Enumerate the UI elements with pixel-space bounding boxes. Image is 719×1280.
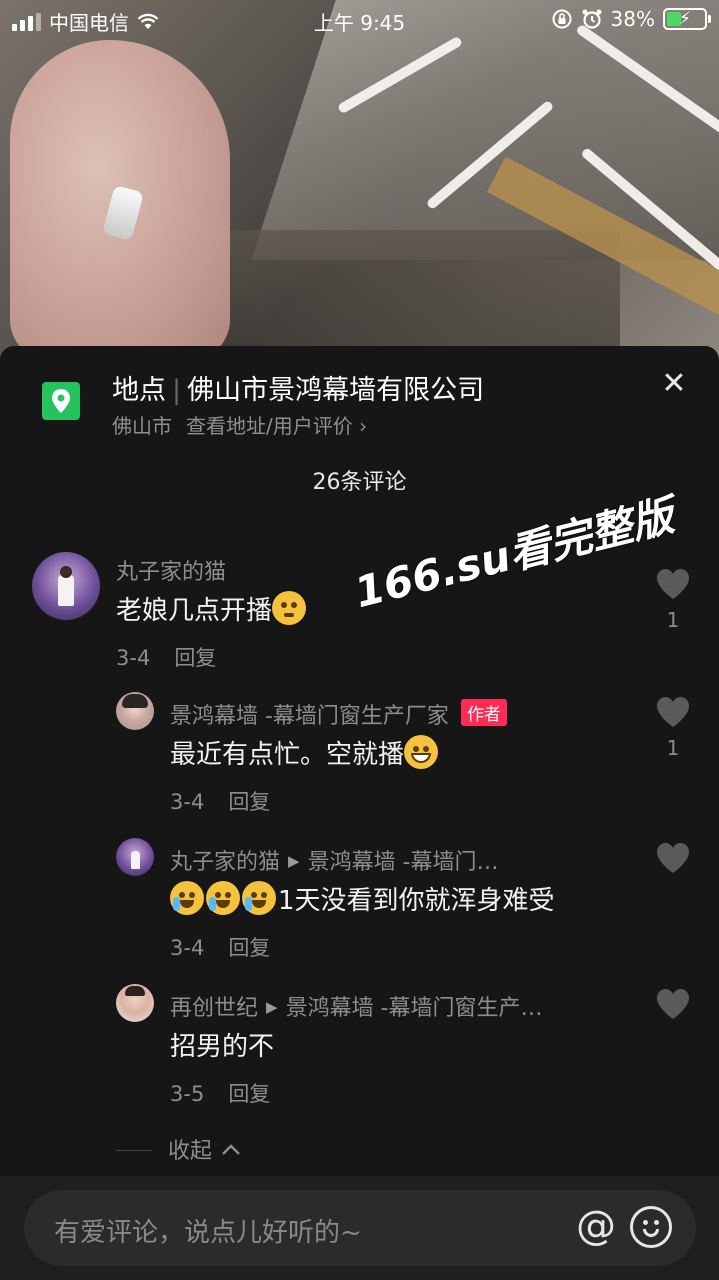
reply-arrow-icon: ▶ (266, 998, 278, 1016)
comment-text-content: 最近有点忙。空就播 (170, 740, 405, 770)
reply-button[interactable]: 回复 (174, 646, 216, 670)
comment-username[interactable]: 再创世纪 ▶ 景鸿幕墙 -幕墙门窗生产… (170, 990, 543, 1022)
heart-icon[interactable] (655, 988, 691, 1020)
reply-to-username[interactable]: 景鸿幕墙 -幕墙门窗生产… (286, 996, 543, 1021)
alarm-icon (582, 9, 602, 29)
comment-username-text: 景鸿幕墙 -幕墙门窗生产厂家 (170, 704, 449, 729)
location-name: 佛山市景鸿幕墙有限公司 (187, 375, 485, 406)
battery-percent: 38% (610, 7, 655, 31)
comment-username[interactable]: 景鸿幕墙 -幕墙门窗生产厂家 作者 (170, 698, 507, 730)
crying-emoji-icon (170, 881, 204, 915)
comment-count: 26条评论 (312, 470, 407, 495)
charging-icon: ⚡ (679, 9, 691, 29)
comment-meta: 3-4 回复 (116, 642, 216, 672)
avatar[interactable] (116, 984, 154, 1022)
location-header[interactable]: 地点 | 佛山市景鸿幕墙有限公司 佛山市 查看地址/用户评价 › ✕ (0, 346, 719, 446)
comment-username[interactable]: 丸子家的猫 ▶ 景鸿幕墙 -幕墙门… (170, 844, 499, 876)
avatar[interactable] (116, 838, 154, 876)
comment-date: 3-4 (170, 790, 205, 814)
location-pin-icon (42, 382, 80, 420)
emoji-picker-icon[interactable] (630, 1206, 672, 1248)
reply-arrow-icon: ▶ (288, 852, 300, 870)
location-title: 地点 | 佛山市景鸿幕墙有限公司 (112, 368, 484, 407)
comment-text: 最近有点忙。空就播 (170, 734, 440, 771)
comment-text-content: 1天没看到你就浑身难受 (278, 886, 555, 916)
heart-icon[interactable] (655, 696, 691, 728)
avatar[interactable] (32, 552, 100, 620)
status-right: 38% ⚡ (551, 7, 711, 31)
comment-input-placeholder: 有爱评论，说点儿好听的~ (54, 1218, 362, 1248)
comment-text: 老娘几点开播 (116, 590, 308, 627)
comment-meta: 3-4 回复 (170, 932, 270, 962)
comment-text: 招男的不 (170, 1032, 275, 1062)
comment-username[interactable]: 丸子家的猫 (116, 554, 226, 586)
location-link[interactable]: 查看地址/用户评价 (186, 414, 353, 438)
comment-date: 3-4 (170, 936, 205, 960)
like-count: 1 (666, 736, 680, 760)
location-subtitle[interactable]: 佛山市 查看地址/用户评价 › (112, 410, 367, 439)
pleading-emoji-icon (272, 591, 307, 625)
avatar[interactable] (116, 692, 154, 730)
collapse-label: 收起 (168, 1139, 213, 1164)
at-mention-icon[interactable]: @ (576, 1206, 616, 1246)
reply-button[interactable]: 回复 (228, 1082, 270, 1106)
heart-icon[interactable] (655, 568, 691, 600)
crying-emoji-icon (206, 881, 240, 915)
comment-text-content: 老娘几点开播 (116, 596, 273, 626)
video-floor (200, 230, 620, 360)
like-count: 1 (666, 608, 680, 632)
author-badge: 作者 (460, 699, 507, 726)
status-bar: 中国电信 上午 9:45 38% ⚡ (0, 0, 719, 40)
crying-emoji-icon (242, 881, 276, 915)
video-background[interactable] (0, 0, 719, 360)
reply-to-username[interactable]: 景鸿幕墙 -幕墙门… (308, 850, 499, 875)
location-city: 佛山市 (112, 414, 172, 438)
collapse-replies-button[interactable]: 收起 (116, 1133, 241, 1165)
location-separator: | (172, 375, 182, 406)
reply-button[interactable]: 回复 (228, 936, 270, 960)
rotation-lock-icon (552, 9, 572, 29)
comment-input-bar: 有爱评论，说点儿好听的~ @ (0, 1176, 719, 1280)
grinning-emoji-icon (404, 735, 439, 769)
comment-date: 3-5 (170, 1082, 205, 1106)
comment-meta: 3-5 回复 (170, 1078, 270, 1108)
comment-date: 3-4 (116, 646, 151, 670)
chevron-up-icon (222, 1144, 240, 1155)
battery-icon: ⚡ (663, 8, 711, 30)
comment-username-text: 丸子家的猫 (170, 850, 281, 875)
comment-sheet: 地点 | 佛山市景鸿幕墙有限公司 佛山市 查看地址/用户评价 › ✕ 26条评论 丸子… (0, 346, 719, 1280)
collapse-divider (116, 1150, 152, 1151)
reply-button[interactable]: 回复 (228, 790, 270, 814)
chevron-right-icon: › (359, 414, 368, 438)
comment-input[interactable]: 有爱评论，说点儿好听的~ @ (24, 1190, 696, 1266)
comment-username-text: 再创世纪 (170, 996, 259, 1021)
close-icon[interactable]: ✕ (660, 369, 688, 399)
location-label: 地点 (112, 375, 166, 406)
comment-text: 1天没看到你就浑身难受 (170, 880, 555, 917)
heart-icon[interactable] (655, 842, 691, 874)
comment-meta: 3-4 回复 (170, 786, 270, 816)
